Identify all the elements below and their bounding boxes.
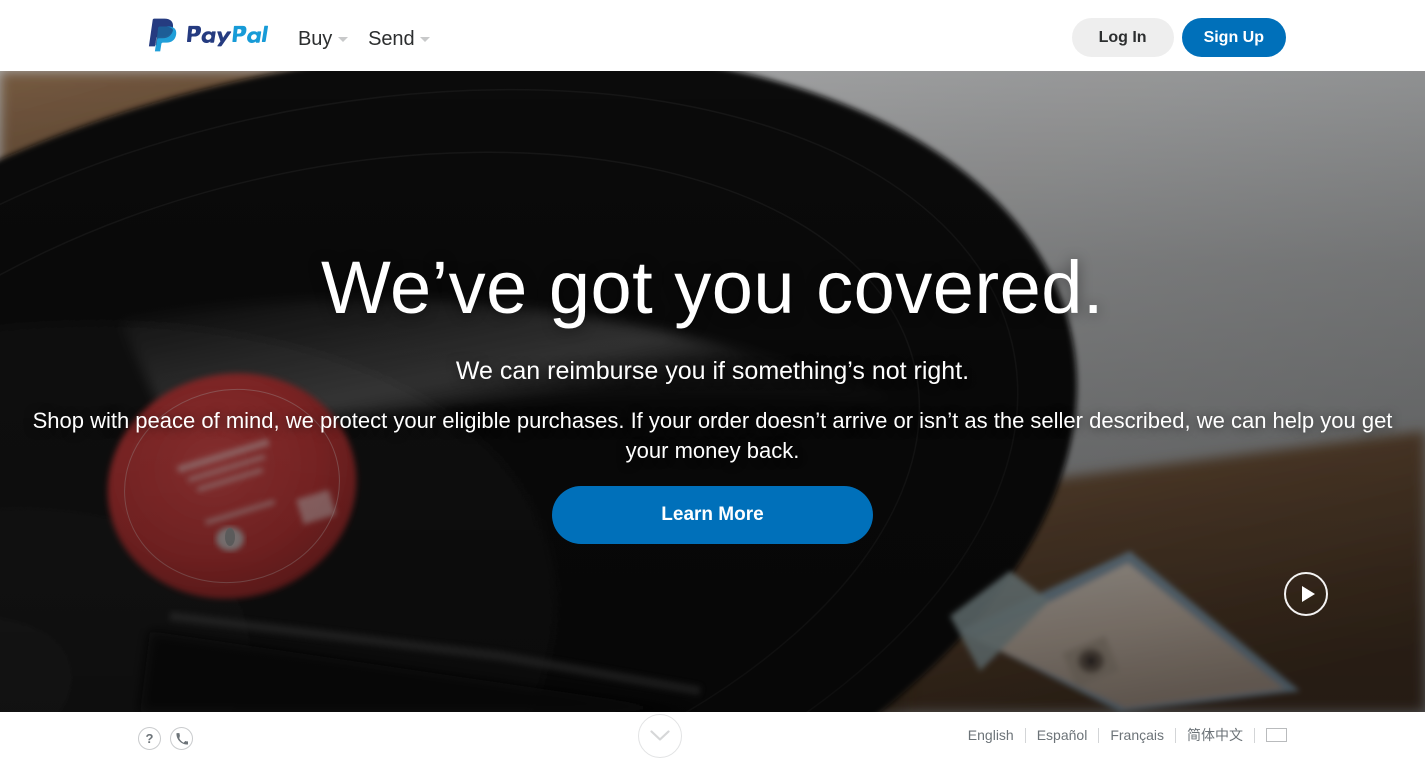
language-francais[interactable]: Français: [1099, 726, 1175, 744]
header-actions: Log In Sign Up: [1071, 18, 1286, 57]
chevron-down-icon: [338, 37, 349, 42]
play-video-button[interactable]: [1284, 572, 1328, 616]
site-footer: ? English Español Français 简体中文: [0, 712, 1425, 760]
ukraine-flag-icon[interactable]: [1266, 728, 1287, 742]
nav-item-send[interactable]: Send: [368, 28, 431, 51]
site-header: Buy Send Log In Sign Up: [0, 0, 1425, 71]
nav-item-send-label: Send: [368, 28, 415, 50]
chevron-down-icon: [650, 730, 670, 741]
sign-up-button[interactable]: Sign Up: [1181, 18, 1286, 57]
language-english[interactable]: English: [968, 726, 1025, 744]
divider: [1254, 727, 1255, 743]
log-in-button[interactable]: Log In: [1071, 18, 1174, 57]
hero-content: We’ve got you covered. We can reimburse …: [0, 71, 1425, 712]
hero-body-text: Shop with peace of mind, we protect your…: [32, 408, 1393, 463]
footer-utility-icons: ?: [138, 727, 193, 750]
language-espanol[interactable]: Español: [1026, 726, 1099, 744]
main-nav: Buy Send: [298, 28, 431, 51]
help-button[interactable]: ?: [138, 727, 161, 750]
hero-subheadline: We can reimburse you if something’s not …: [455, 357, 970, 385]
nav-item-buy-label: Buy: [298, 28, 333, 50]
nav-item-buy[interactable]: Buy: [298, 28, 349, 51]
play-icon: [1301, 586, 1315, 602]
learn-more-button[interactable]: Learn More: [552, 486, 873, 544]
language-selector: English Español Français 简体中文: [968, 726, 1287, 744]
hero-section: We’ve got you covered. We can reimburse …: [0, 71, 1425, 712]
chevron-down-icon: [420, 37, 431, 42]
question-mark-icon: ?: [145, 731, 154, 746]
contact-phone-button[interactable]: [170, 727, 193, 750]
hero-headline: We’ve got you covered.: [321, 246, 1104, 329]
scroll-down-button[interactable]: [638, 714, 682, 758]
language-chinese-simplified[interactable]: 简体中文: [1176, 726, 1254, 744]
paypal-landing-page: Buy Send Log In Sign Up We’ve got you co…: [0, 0, 1425, 760]
phone-icon: [175, 732, 188, 745]
paypal-monogram-icon: [148, 18, 177, 52]
